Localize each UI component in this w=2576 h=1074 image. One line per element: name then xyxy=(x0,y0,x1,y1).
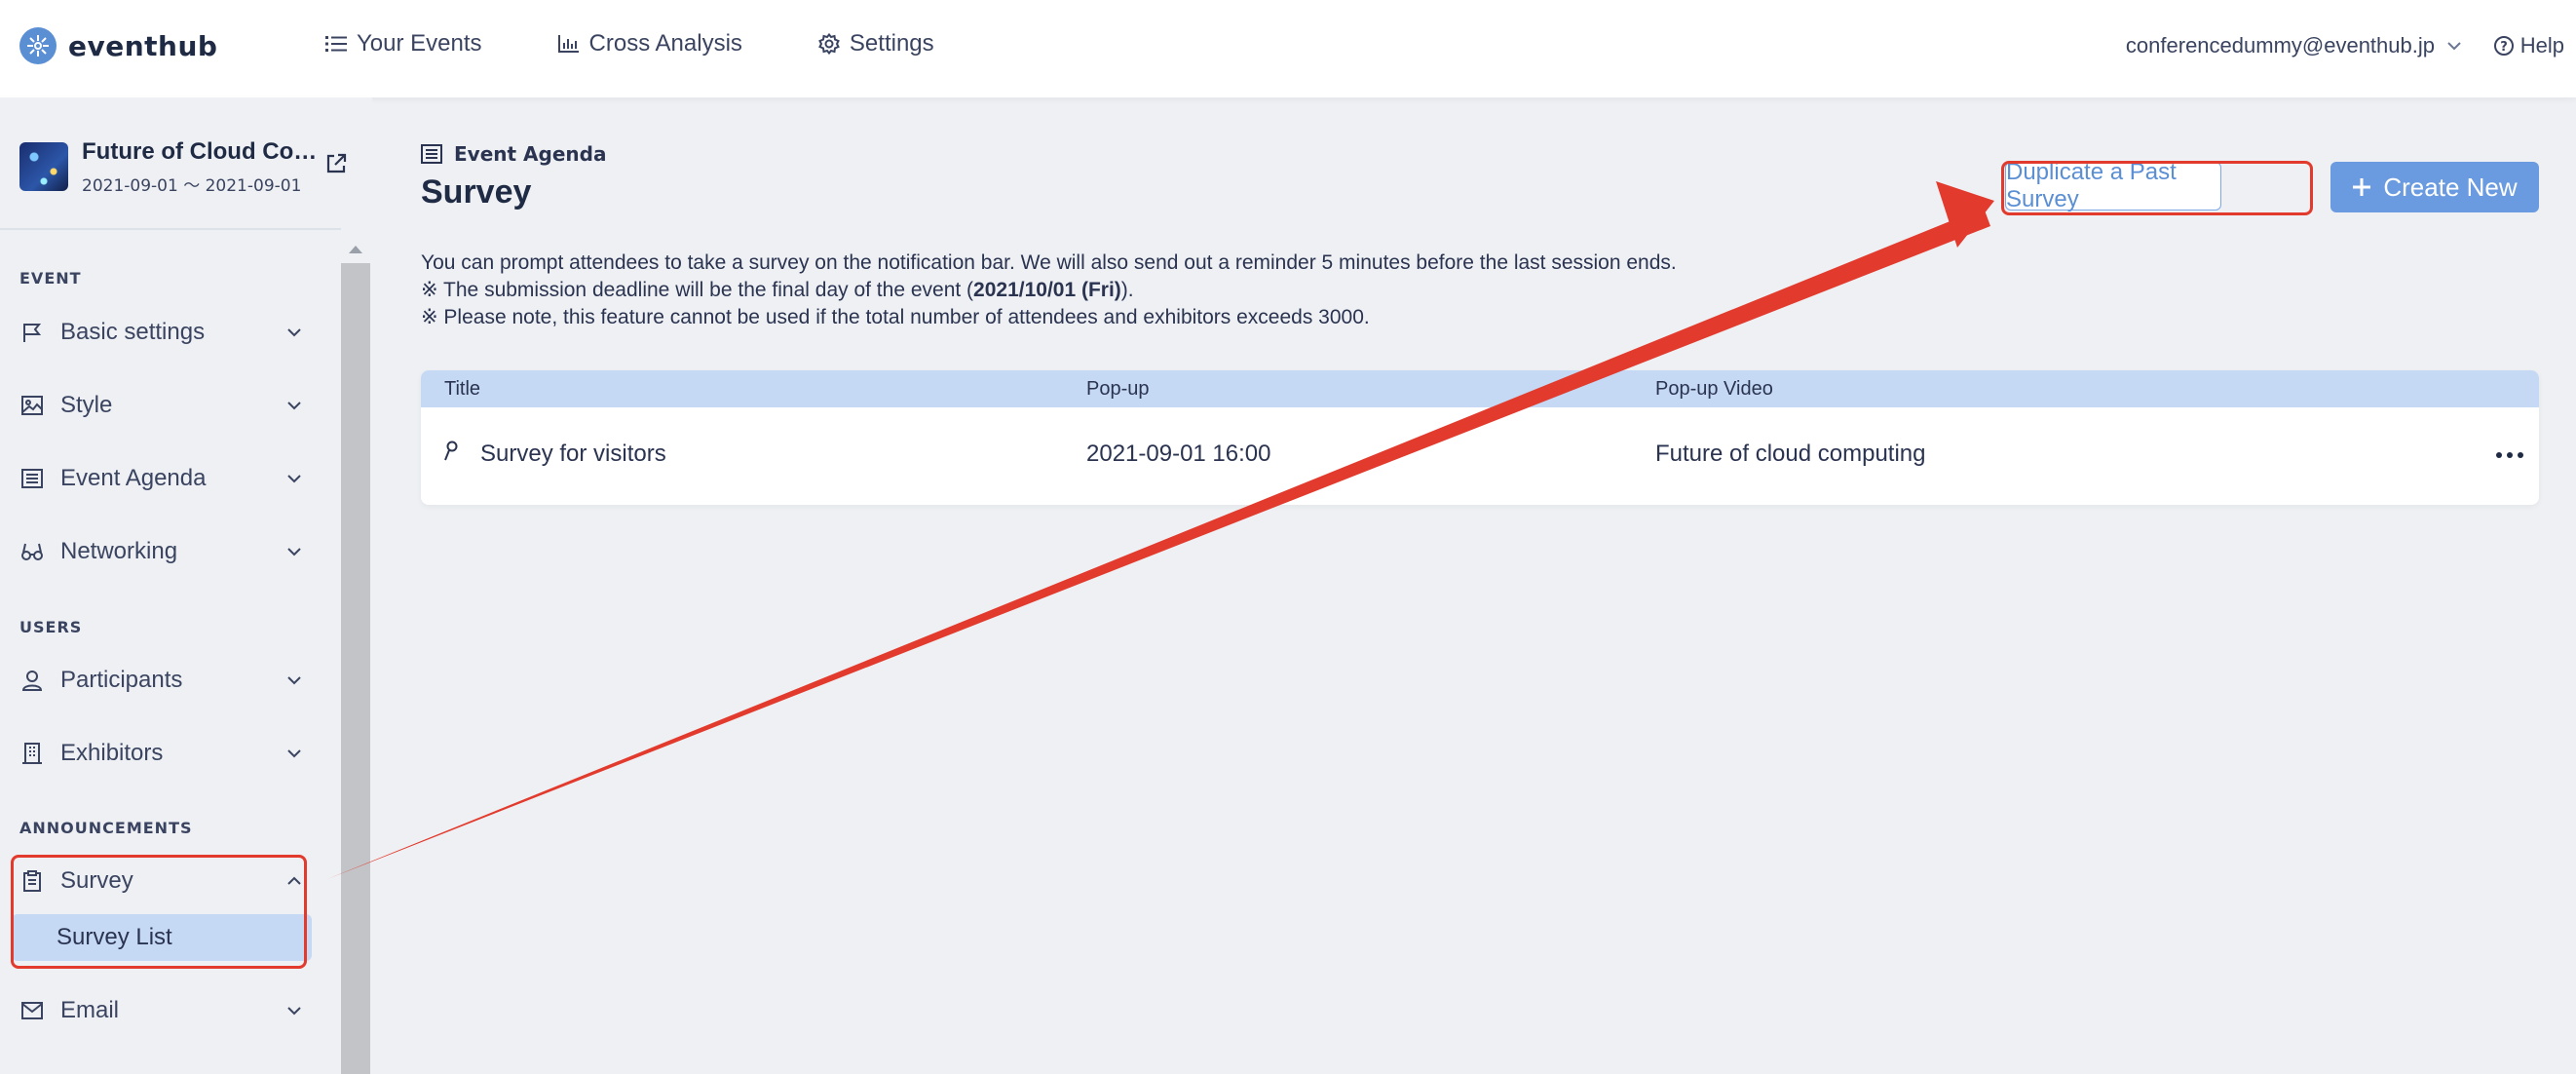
eventhub-logo-icon xyxy=(19,27,57,64)
nav-cross-analysis[interactable]: Cross Analysis xyxy=(557,30,742,58)
help-label: Help xyxy=(2519,33,2564,58)
sidebar-item-exhibitors[interactable]: Exhibitors xyxy=(19,732,302,775)
user-icon xyxy=(19,670,45,691)
image-icon xyxy=(19,396,45,415)
agenda-icon xyxy=(19,469,45,488)
nav-cross-analysis-label: Cross Analysis xyxy=(588,30,742,57)
column-header-popup: Pop-up xyxy=(1086,378,1150,400)
sidebar-item-label: Survey xyxy=(60,867,133,894)
section-label-announcements: ANNOUNCEMENTS xyxy=(19,819,193,837)
create-new-button[interactable]: Create New xyxy=(2330,162,2539,212)
chevron-up-icon xyxy=(287,876,301,885)
survey-table: Title Pop-up Pop-up Video Survey for vis… xyxy=(421,370,2539,505)
help-link[interactable]: ? Help xyxy=(2493,33,2564,58)
column-header-title: Title xyxy=(444,378,481,400)
flag-icon xyxy=(19,322,45,343)
scroll-up-arrow-icon[interactable] xyxy=(341,236,370,263)
duplicate-past-survey-button[interactable]: Duplicate a Past Survey xyxy=(2005,159,2221,212)
nav-your-events[interactable]: Your Events xyxy=(325,30,482,58)
sidebar-item-style[interactable]: Style xyxy=(19,384,302,427)
sidebar-item-label: Exhibitors xyxy=(60,740,164,766)
sidebar-item-label: Email xyxy=(60,997,120,1023)
chevron-down-icon xyxy=(287,548,301,556)
sidebar-subitem-label: Survey List xyxy=(57,924,172,950)
breadcrumb: Event Agenda xyxy=(421,142,606,166)
description-line-3: ※ Please note, this feature cannot be us… xyxy=(421,306,1370,328)
sidebar-divider xyxy=(0,228,341,230)
chevron-down-icon xyxy=(287,402,301,410)
create-new-label: Create New xyxy=(2383,172,2518,202)
chevron-down-icon xyxy=(287,328,301,337)
building-icon xyxy=(19,743,45,764)
more-options-icon[interactable] xyxy=(2496,452,2523,458)
sidebar-item-label: Style xyxy=(60,392,113,418)
sidebar-subitem-survey-list[interactable]: Survey List xyxy=(12,914,312,961)
survey-description: You can prompt attendees to take a surve… xyxy=(421,249,1677,331)
list-icon xyxy=(325,36,347,52)
description-line-1: You can prompt attendees to take a surve… xyxy=(421,251,1677,274)
description-line-2: ※ The submission deadline will be the fi… xyxy=(421,277,1677,304)
nav-your-events-label: Your Events xyxy=(357,30,482,57)
event-dates: 2021-09-01 ～ 2021-09-01 xyxy=(82,176,302,196)
sidebar-item-participants[interactable]: Participants xyxy=(19,659,302,702)
bar-chart-icon xyxy=(557,35,579,53)
page-title: Survey xyxy=(421,173,532,211)
binoculars-icon xyxy=(19,542,45,561)
sidebar-item-networking[interactable]: Networking xyxy=(19,530,302,573)
nav-settings[interactable]: Settings xyxy=(818,30,934,58)
sidebar-item-email[interactable]: Email xyxy=(19,989,302,1032)
sidebar-item-label: Event Agenda xyxy=(60,465,207,491)
top-bar: eventhub Your Events Cross Analysis Sett… xyxy=(0,0,2576,97)
section-label-event: EVENT xyxy=(19,269,82,288)
sidebar-item-basic-settings[interactable]: Basic settings xyxy=(19,311,302,354)
chevron-down-icon xyxy=(287,475,301,483)
sidebar-item-survey[interactable]: Survey xyxy=(19,860,302,902)
mail-icon xyxy=(19,1002,45,1019)
column-header-popup-video: Pop-up Video xyxy=(1655,378,1773,400)
sidebar-scrollbar[interactable] xyxy=(341,236,370,1074)
sidebar-item-label: Basic settings xyxy=(60,319,206,345)
deadline-suffix: ). xyxy=(1120,279,1134,301)
clipboard-icon xyxy=(19,870,45,892)
table-row[interactable]: Survey for visitors 2021-09-01 16:00 Fut… xyxy=(421,407,2539,505)
breadcrumb-label: Event Agenda xyxy=(454,142,607,166)
event-title: Future of Cloud Co… xyxy=(82,138,318,165)
row-popup-video: Future of cloud computing xyxy=(1655,441,1926,467)
sidebar-item-event-agenda[interactable]: Event Agenda xyxy=(19,457,302,500)
sidebar-item-label: Participants xyxy=(60,667,183,693)
agenda-icon xyxy=(421,144,442,164)
brand-name: eventhub xyxy=(68,29,218,62)
pin-icon xyxy=(444,441,458,469)
external-link-icon[interactable] xyxy=(324,152,348,180)
chevron-down-icon xyxy=(287,1007,301,1016)
table-header: Title Pop-up Pop-up Video xyxy=(421,370,2539,407)
svg-text:?: ? xyxy=(2500,40,2508,55)
sidebar-item-label: Networking xyxy=(60,538,178,564)
chevron-down-icon xyxy=(287,676,301,685)
main-content: Event Agenda Survey Duplicate a Past Sur… xyxy=(372,97,2576,1074)
event-thumbnail xyxy=(19,142,68,191)
nav-settings-label: Settings xyxy=(849,30,934,57)
event-card: Future of Cloud Co… 2021-09-01 ～ 2021-09… xyxy=(19,138,356,197)
account-menu[interactable]: conferencedummy@eventhub.jp xyxy=(2126,33,2462,58)
brand[interactable]: eventhub xyxy=(19,27,217,64)
question-circle-icon: ? xyxy=(2493,36,2514,56)
account-email: conferencedummy@eventhub.jp xyxy=(2125,33,2435,58)
sidebar: Future of Cloud Co… 2021-09-01 ～ 2021-09… xyxy=(0,97,372,1074)
deadline-prefix: ※ The submission deadline will be the fi… xyxy=(421,279,974,301)
gear-icon xyxy=(818,33,840,55)
section-label-users: USERS xyxy=(19,618,83,636)
row-popup: 2021-09-01 16:00 xyxy=(1086,441,1271,467)
deadline-date: 2021/10/01 (Fri) xyxy=(973,279,1121,301)
plus-icon xyxy=(2353,178,2371,196)
row-title[interactable]: Survey for visitors xyxy=(480,441,666,468)
top-nav: Your Events Cross Analysis Settings xyxy=(325,30,1010,58)
chevron-down-icon xyxy=(287,749,301,758)
chevron-down-icon xyxy=(2447,42,2461,51)
